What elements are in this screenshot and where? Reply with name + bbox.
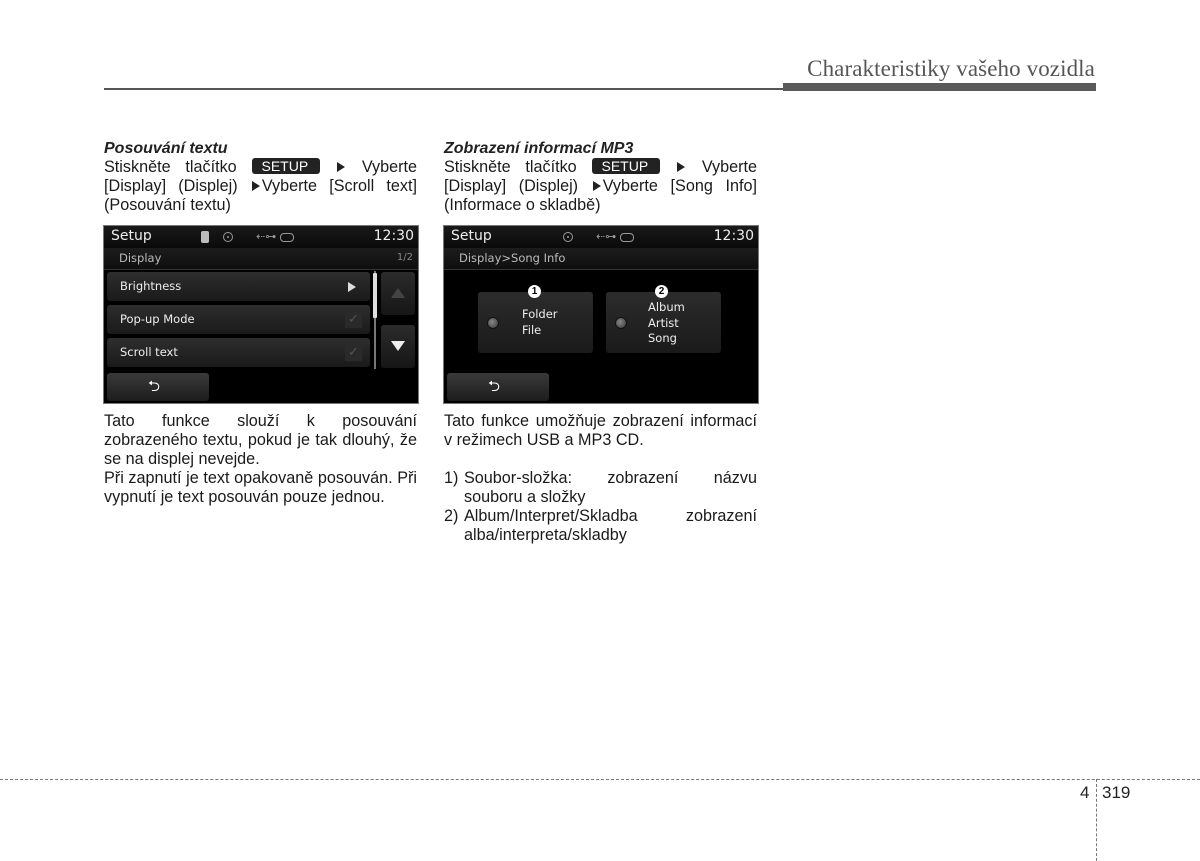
instruction-line-3: (Posouvání textu) [104, 196, 231, 214]
arrow-right-icon [337, 162, 345, 172]
instruction-text: Stiskněte tlačítko [104, 158, 237, 176]
paragraph: Tato funkce slouží k posouvání zobrazené… [104, 412, 417, 468]
list-text: Album/Interpret/Skladba zobrazení alba/i… [464, 507, 757, 544]
option-line: Song [648, 331, 677, 345]
back-arrow-icon: ⮌ [488, 377, 501, 395]
footer-dashed-divider [1096, 779, 1097, 861]
menu-item-label: Brightness [120, 279, 182, 293]
option-line: File [522, 322, 542, 337]
paragraph: Tato funkce umožňuje zobrazení informací… [444, 412, 757, 449]
menu-item-scroll-text[interactable]: Scroll text ✓ [107, 338, 370, 367]
clock: 12:30 [713, 228, 754, 244]
instruction-line-2: [Display] (Displej) Vyberte [Scroll text… [104, 177, 417, 196]
list-number: 1) [444, 469, 459, 487]
triangle-up-icon [391, 288, 405, 298]
menu-item-brightness[interactable]: Brightness [107, 272, 370, 301]
chapter-number: 4 [1080, 783, 1090, 802]
header-rule [104, 88, 784, 90]
instruction: Stiskněte tlačítko SETUP Vyberte [Displa… [444, 158, 757, 215]
header-bar [783, 83, 1096, 91]
radio-button[interactable] [615, 317, 627, 329]
screen-subheader: Display>Song Info [444, 248, 758, 270]
screen-top-bar: Setup ⇠⊶ 12:30 [104, 226, 418, 248]
instruction-text: Stiskněte tlačítko [444, 158, 577, 176]
scroll-up-button[interactable] [381, 272, 415, 315]
callout-badge-2: 2 [655, 285, 668, 298]
option-album-artist-song[interactable]: Album Artist Song [606, 292, 721, 353]
menu-item-label: Scroll text [120, 345, 178, 359]
menu-item-label: Pop-up Mode [120, 312, 195, 326]
screen-title: Setup [451, 228, 492, 244]
breadcrumb: Display [119, 251, 162, 265]
page-number: 319 [1102, 783, 1131, 802]
list-item: 2) Album/Interpret/Skladba zobrazení alb… [444, 507, 757, 545]
checkbox[interactable]: ✓ [345, 311, 362, 328]
left-body: Tato funkce slouží k posouvání zobrazené… [104, 412, 417, 507]
breadcrumb: Display>Song Info [459, 251, 566, 265]
paragraph: Při zapnutí je text opakovaně posouván. … [104, 469, 417, 506]
instruction-line-1: Stiskněte tlačítko SETUP Vyberte [104, 158, 417, 177]
menu-item-popup-mode[interactable]: Pop-up Mode ✓ [107, 305, 370, 334]
instruction: Stiskněte tlačítko SETUP Vyberte [Displa… [104, 158, 417, 215]
instruction-line-1: Stiskněte tlačítko SETUP Vyberte [444, 158, 757, 177]
back-button[interactable]: ⮌ [107, 373, 209, 401]
screen-subheader: Display 1/2 [104, 248, 418, 270]
arrow-right-icon [348, 282, 356, 292]
list-number: 2) [444, 507, 459, 525]
option-label: Album Artist Song [648, 300, 685, 347]
instruction-text: Vyberte [361, 158, 417, 176]
setup-display-screen: Setup ⇠⊶ 12:30 Display 1/2 Brightness Po… [103, 225, 419, 404]
scrollbar-thumb[interactable] [373, 273, 377, 318]
scroll-down-button[interactable] [381, 325, 415, 368]
clock: 12:30 [373, 228, 414, 244]
triangle-down-icon [391, 341, 405, 351]
instruction-text: [Display] (Displej) [444, 177, 579, 195]
instruction-line-3: (Informace o skladbě) [444, 196, 601, 214]
radio-button[interactable] [487, 317, 499, 329]
right-body: Tato funkce umožňuje zobrazení informací… [444, 412, 757, 545]
section-title: Posouvání textu [104, 140, 228, 157]
option-line: Artist [648, 315, 679, 330]
aux-icon [620, 233, 634, 242]
callout-badge-1: 1 [528, 285, 541, 298]
screen-title: Setup [111, 228, 152, 244]
list-text: Soubor-složka: zobrazení názvu souboru a… [464, 469, 757, 506]
aux-icon [280, 233, 294, 242]
back-button[interactable]: ⮌ [447, 373, 549, 401]
setup-button-label: SETUP [591, 158, 661, 174]
section-mp3-info: Zobrazení informací MP3 Stiskněte tlačít… [444, 139, 757, 215]
instruction-text: Vyberte [Song Info] [602, 177, 758, 195]
usb-icon: ⇠⊶ [596, 230, 617, 243]
list-item: 1) Soubor-složka: zobrazení názvu soubor… [444, 469, 757, 507]
chapter-header-title: Charakteristiky vašeho vozidla [807, 56, 1095, 81]
option-line: Album [648, 300, 685, 314]
section-scroll-text: Posouvání textu Stiskněte tlačítko SETUP… [104, 139, 417, 215]
arrow-right-icon [251, 181, 260, 191]
arrow-right-icon [592, 181, 601, 191]
option-folder-file[interactable]: Folder File [478, 292, 593, 353]
option-label: Folder File [522, 307, 558, 338]
footer-dashed-rule [0, 779, 1200, 780]
arrow-right-icon [677, 162, 685, 172]
instruction-text: Vyberte [Scroll text] [261, 177, 417, 195]
instruction-line-2: [Display] (Displej) Vyberte [Song Info] [444, 177, 757, 196]
option-line: Folder [522, 307, 558, 321]
bluetooth-icon [201, 231, 209, 243]
instruction-text: Vyberte [701, 158, 757, 176]
usb-icon: ⇠⊶ [256, 230, 277, 243]
section-title: Zobrazení informací MP3 [444, 140, 634, 157]
song-info-screen: Setup ⇠⊶ 12:30 Display>Song Info Folder … [443, 225, 759, 404]
disc-icon [563, 232, 573, 242]
instruction-text: [Display] (Displej) [104, 177, 238, 195]
back-arrow-icon: ⮌ [148, 377, 161, 395]
checkbox[interactable]: ✓ [345, 344, 362, 361]
setup-button-label: SETUP [251, 158, 321, 174]
page-indicator: 1/2 [396, 252, 413, 263]
screen-top-bar: Setup ⇠⊶ 12:30 [444, 226, 758, 248]
disc-icon [223, 232, 233, 242]
